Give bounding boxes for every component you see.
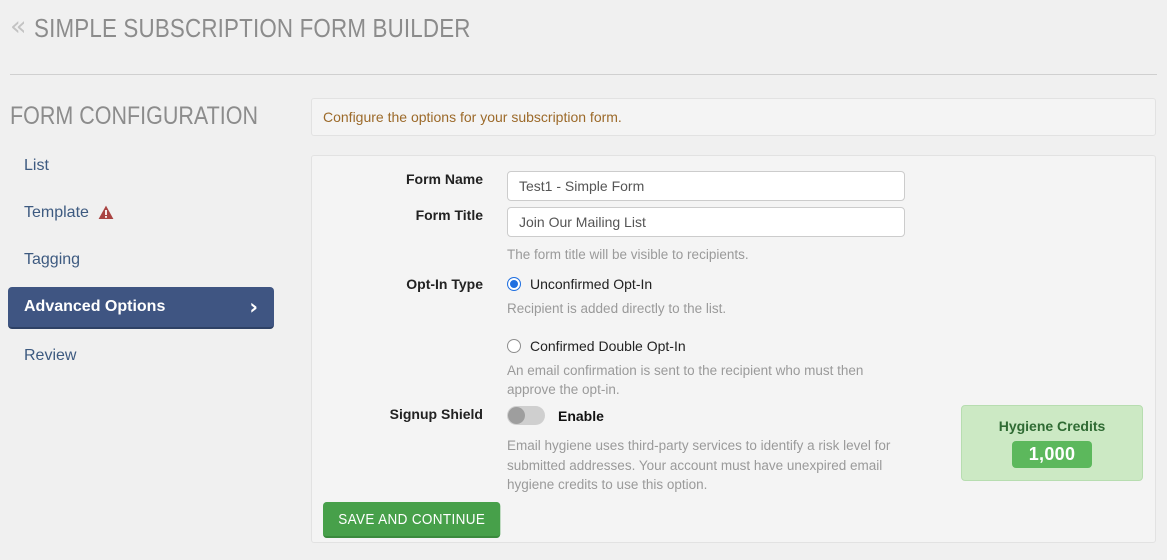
toggle-knob [508,407,525,424]
sidebar-item-label: Advanced Options [24,298,166,315]
optin-confirmed-radio[interactable] [507,338,521,353]
optin-confirmed-label: Confirmed Double Opt-In [530,337,686,354]
optin-type-label: Opt-In Type [406,276,483,292]
signup-shield-helper: Email hygiene uses third-party services … [507,438,891,493]
optin-type-row: Opt-In Type Unconfirmed Opt-In Recipient… [312,276,907,400]
form-panel: Form Name Form Title The form title will… [311,155,1156,543]
form-title-helper: The form title will be visible to recipi… [507,247,749,262]
form-name-label: Form Name [405,171,483,187]
sidebar-item-review[interactable]: Review [8,336,274,376]
signup-shield-toggle-label: Enable [558,407,604,424]
sidebar-item-list[interactable]: List [8,146,274,186]
info-banner: Configure the options for your subscript… [311,98,1156,136]
form-title-label: Form Title [415,207,483,223]
optin-unconfirmed-helper: Recipient is added directly to the list. [507,301,727,316]
hygiene-credits-title: Hygiene Credits [998,418,1106,434]
sidebar-title: FORM CONFIGURATION [10,102,259,130]
form-name-row: Form Name [312,171,905,201]
page-title: SIMPLE SUBSCRIPTION FORM BUILDER [33,12,471,43]
double-chevron-left-icon[interactable]: « [10,13,27,40]
hygiene-credits-panel: Hygiene Credits 1,000 [961,405,1143,481]
warning-triangle-icon [98,205,114,225]
form-title-row: Form Title The form title will be visibl… [312,207,905,265]
page-header: « SIMPLE SUBSCRIPTION FORM BUILDER [0,0,1167,75]
form-title-input[interactable] [507,207,905,237]
signup-shield-row: Signup Shield Enable Email hygiene uses … [312,406,907,495]
optin-confirmed-helper: An email confirmation is sent to the rec… [507,362,864,398]
form-name-input[interactable] [507,171,905,201]
sidebar-item-label: Review [24,347,77,364]
header-divider [10,74,1157,75]
sidebar-item-label: Template [24,204,89,221]
info-banner-text: Configure the options for your subscript… [323,109,622,125]
hygiene-credits-value: 1,000 [1011,441,1093,468]
sidebar-item-tagging[interactable]: Tagging [8,240,274,280]
sidebar-nav: List Template Tagging Advanced Options ›… [8,146,274,383]
optin-unconfirmed-label: Unconfirmed Opt-In [530,276,653,292]
sidebar-item-template[interactable]: Template [8,193,274,233]
sidebar-item-label: List [24,157,49,174]
optin-unconfirmed-option[interactable]: Unconfirmed Opt-In [507,276,907,292]
main-content: Configure the options for your subscript… [311,98,1156,543]
signup-shield-label: Signup Shield [389,406,483,422]
optin-unconfirmed-radio[interactable] [507,277,521,291]
save-and-continue-button[interactable]: SAVE AND CONTINUE [323,502,501,538]
sidebar-item-label: Tagging [24,251,81,268]
optin-confirmed-option[interactable]: Confirmed Double Opt-In [507,338,907,354]
sidebar-item-advanced-options[interactable]: Advanced Options › [8,287,274,329]
chevron-right-icon: › [249,294,258,319]
signup-shield-toggle-group[interactable]: Enable [507,406,907,425]
signup-shield-toggle[interactable] [507,406,545,425]
